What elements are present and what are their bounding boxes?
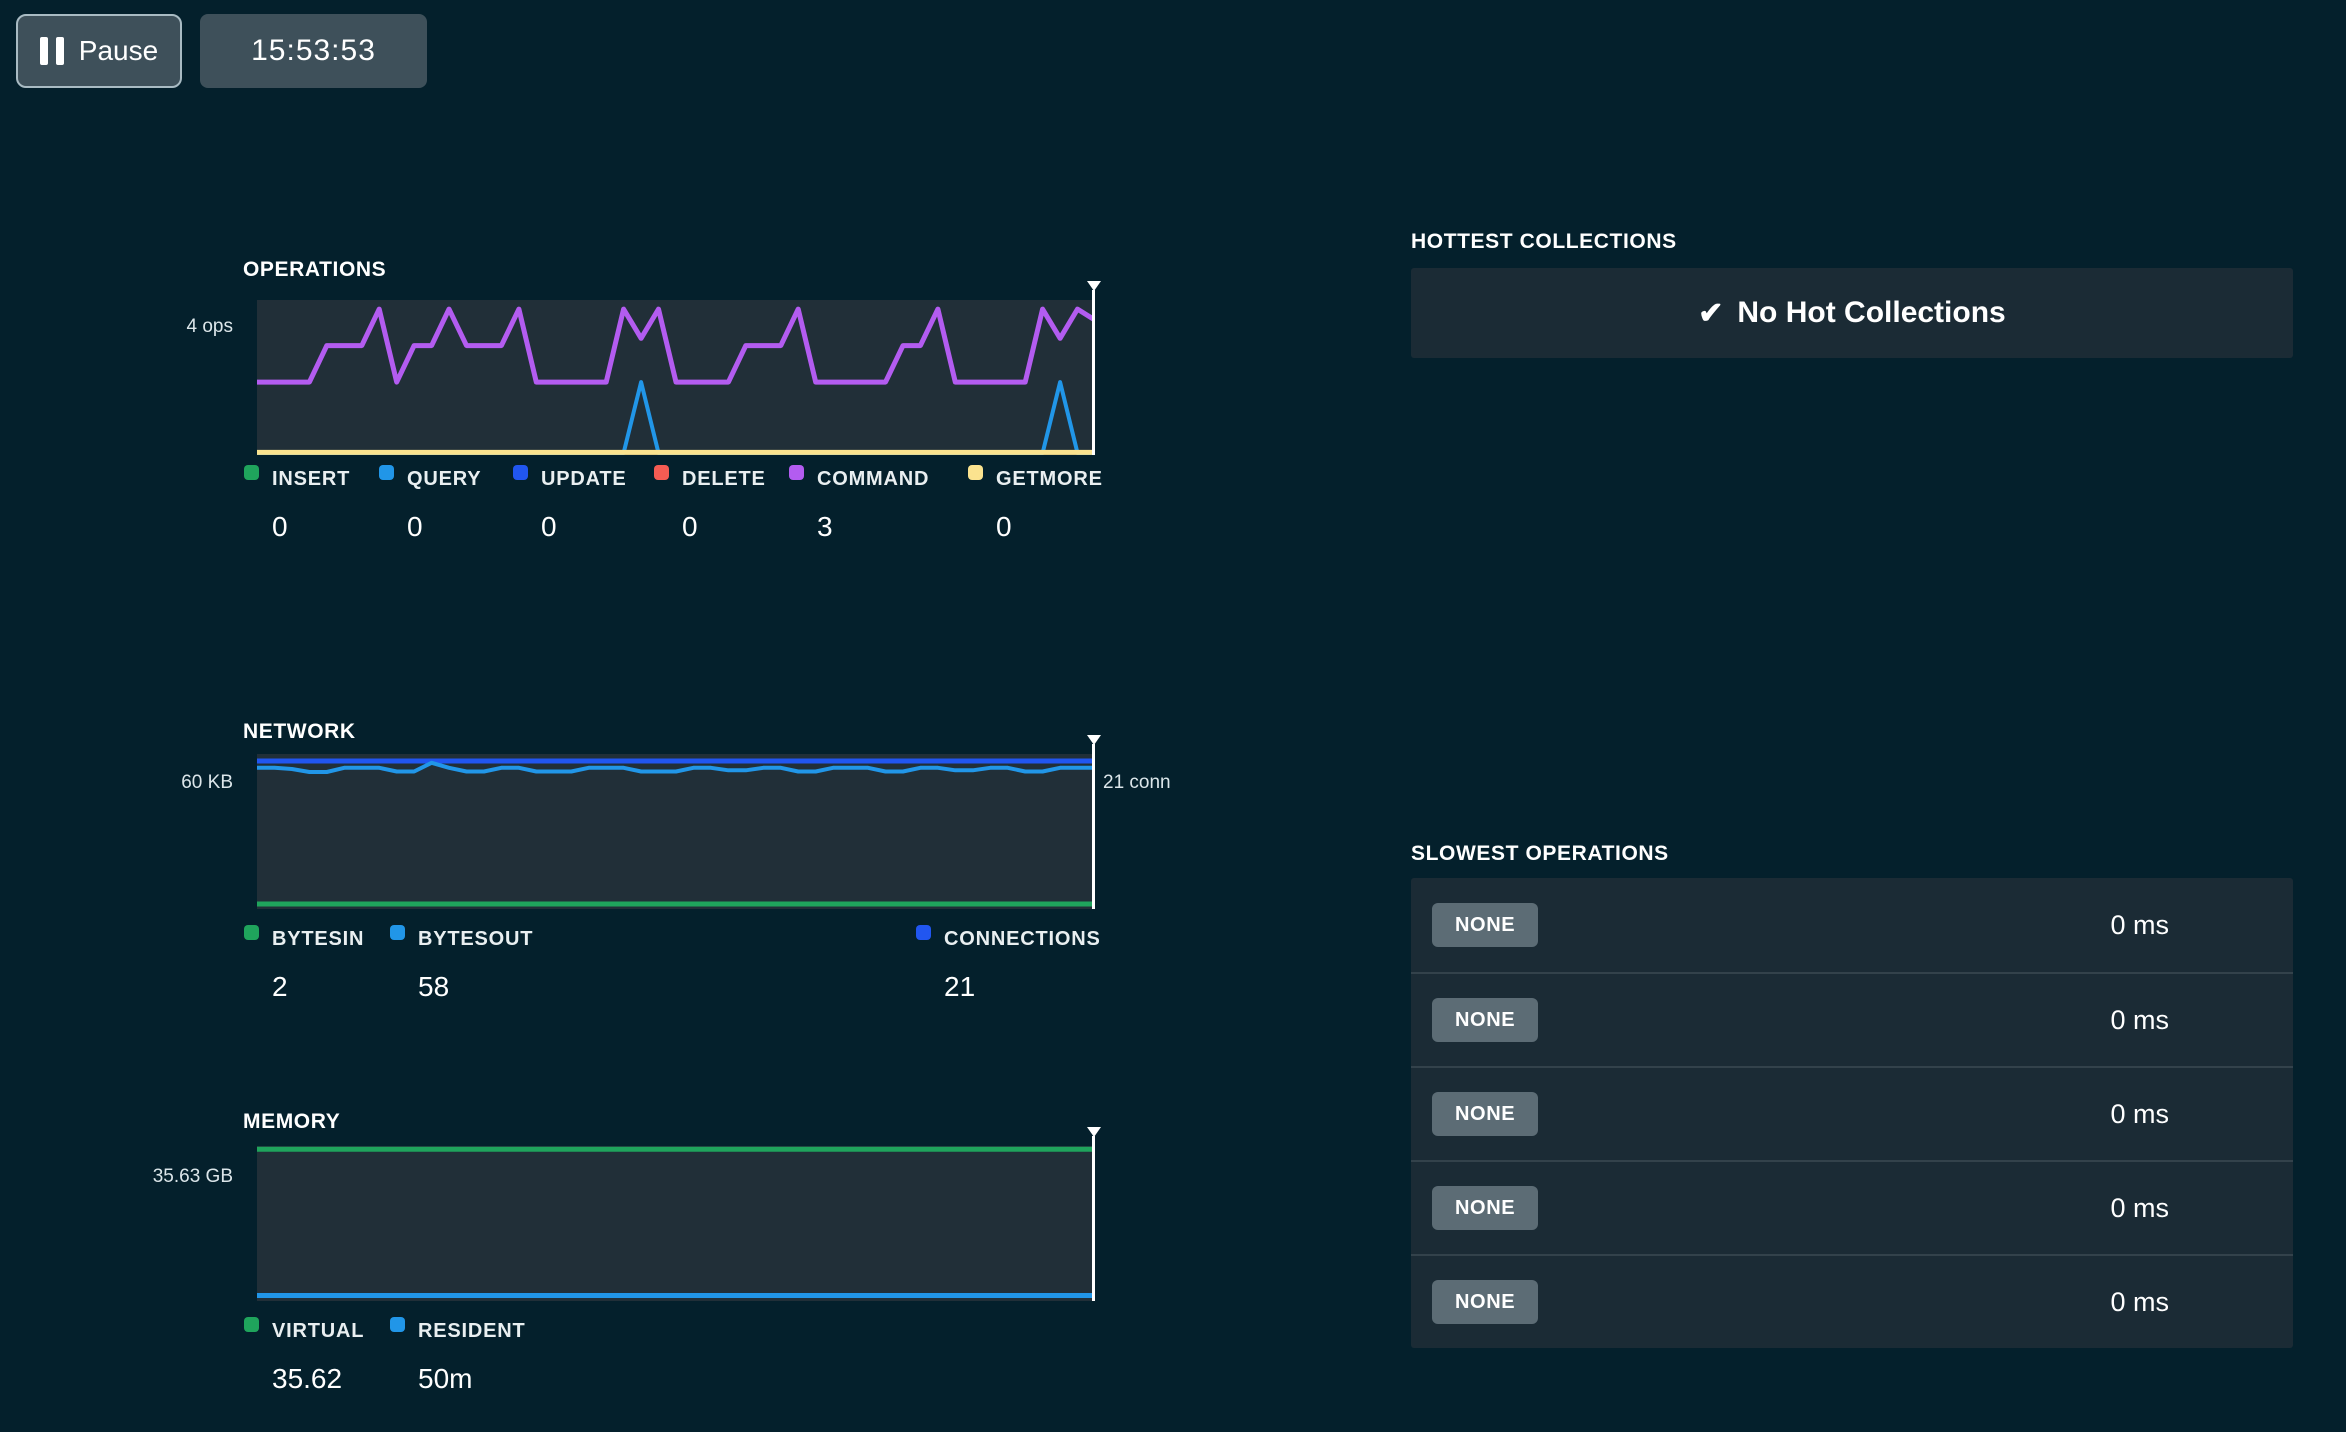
no-hot-collections-label: No Hot Collections [1737,296,2005,330]
operations-title: OPERATIONS [243,258,386,282]
check-icon: ✔ [1698,296,1723,331]
memory-chart [257,1146,1095,1301]
legend-value: 2 [272,971,364,1003]
table-row: NONE 0 ms [1411,1160,2293,1254]
operations-legend: INSERT 0 QUERY 0 UPDATE 0 DELETE 0 COMMA… [244,468,1104,588]
legend-value: 0 [541,511,627,543]
resident-swatch-icon [390,1317,405,1332]
duration-value: 0 ms [2110,1193,2169,1224]
legend-label: BYTESOUT [418,928,533,951]
none-badge: NONE [1432,998,1538,1042]
operations-y-axis-label: 4 ops [0,316,233,338]
pause-button-label: Pause [79,35,158,67]
table-row: NONE 0 ms [1411,878,2293,972]
performance-dashboard: Pause 15:53:53 OPERATIONS 4 ops INSERT 0… [0,0,2346,1432]
legend-value: 35.62 [272,1363,364,1395]
legend-value: 21 [944,971,1101,1003]
chart-cursor [1092,744,1095,909]
legend-label: COMMAND [817,468,929,491]
legend-item-query: QUERY 0 [379,468,481,543]
time-value: 15:53:53 [251,34,376,68]
legend-item-update: UPDATE 0 [513,468,627,543]
time-display: 15:53:53 [200,14,427,88]
duration-value: 0 ms [2110,910,2169,941]
legend-label: CONNECTIONS [944,928,1101,951]
legend-label: INSERT [272,468,350,491]
legend-value: 0 [272,511,350,543]
network-y-axis-label: 60 KB [0,772,233,794]
duration-value: 0 ms [2110,1287,2169,1318]
chart-cursor [1092,290,1095,455]
memory-title: MEMORY [243,1110,340,1134]
operations-chart [257,300,1095,455]
virtual-swatch-icon [244,1317,259,1332]
bytesout-swatch-icon [390,925,405,940]
update-swatch-icon [513,465,528,480]
legend-label: RESIDENT [418,1320,526,1343]
legend-value: 58 [418,971,533,1003]
legend-value: 0 [682,511,766,543]
legend-value: 0 [407,511,481,543]
slowest-operations-title: SLOWEST OPERATIONS [1411,842,1669,866]
legend-item-virtual: VIRTUAL 35.62 [244,1320,364,1395]
legend-item-getmore: GETMORE 0 [968,468,1103,543]
none-badge: NONE [1432,1280,1538,1324]
legend-label: QUERY [407,468,481,491]
pause-icon [40,37,64,65]
table-row: NONE 0 ms [1411,1254,2293,1348]
legend-item-resident: RESIDENT 50m [390,1320,526,1395]
legend-value: 0 [996,511,1103,543]
hottest-collections-title: HOTTEST COLLECTIONS [1411,230,1677,254]
no-hot-collections-panel: ✔ No Hot Collections [1411,268,2293,358]
pause-button[interactable]: Pause [16,14,182,88]
legend-item-bytesin: BYTESIN 2 [244,928,364,1003]
legend-value: 3 [817,511,929,543]
network-title: NETWORK [243,720,356,744]
legend-value: 50m [418,1363,526,1395]
none-badge: NONE [1432,1186,1538,1230]
getmore-swatch-icon [968,465,983,480]
legend-item-connections: CONNECTIONS 21 [916,928,1101,1003]
memory-y-axis-label: 35.63 GB [0,1166,233,1188]
connections-swatch-icon [916,925,931,940]
duration-value: 0 ms [2110,1005,2169,1036]
legend-label: UPDATE [541,468,627,491]
none-badge: NONE [1432,903,1538,947]
insert-swatch-icon [244,465,259,480]
legend-item-insert: INSERT 0 [244,468,350,543]
legend-label: VIRTUAL [272,1320,364,1343]
legend-item-delete: DELETE 0 [654,468,766,543]
legend-label: DELETE [682,468,766,491]
delete-swatch-icon [654,465,669,480]
command-swatch-icon [789,465,804,480]
network-chart [257,754,1095,909]
network-legend: BYTESIN 2 BYTESOUT 58 CONNECTIONS 21 [244,928,1104,1048]
memory-legend: VIRTUAL 35.62 RESIDENT 50m [244,1320,1104,1432]
query-swatch-icon [379,465,394,480]
bytesin-swatch-icon [244,925,259,940]
legend-item-bytesout: BYTESOUT 58 [390,928,533,1003]
network-right-axis-label: 21 conn [1103,772,1171,794]
table-row: NONE 0 ms [1411,1066,2293,1160]
slowest-operations-panel: NONE 0 ms NONE 0 ms NONE 0 ms NONE 0 ms … [1411,878,2293,1348]
legend-label: GETMORE [996,468,1103,491]
duration-value: 0 ms [2110,1099,2169,1130]
legend-label: BYTESIN [272,928,364,951]
legend-item-command: COMMAND 3 [789,468,929,543]
table-row: NONE 0 ms [1411,972,2293,1066]
none-badge: NONE [1432,1092,1538,1136]
chart-cursor [1092,1136,1095,1301]
